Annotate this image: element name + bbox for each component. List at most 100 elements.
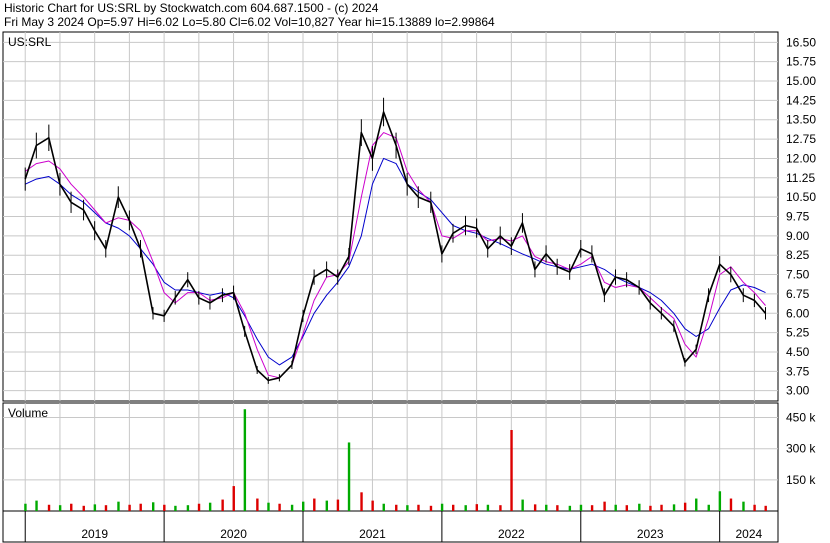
volume-bar (93, 504, 97, 511)
price-tick-label: 12.00 (786, 151, 816, 165)
volume-bar (152, 502, 155, 511)
volume-bar (371, 500, 374, 511)
year-label: 2020 (220, 527, 247, 541)
price-tick-label: 11.25 (786, 171, 815, 185)
volume-bar (208, 502, 212, 511)
volume-bar (533, 504, 537, 511)
volume-tick-label: 150 k (786, 473, 816, 487)
volume-bar (486, 504, 490, 511)
volume-bar (197, 503, 201, 511)
volume-bar (47, 504, 51, 511)
price-tick-label: 3.75 (786, 364, 810, 378)
volume-bar (440, 503, 444, 511)
volume-bar (128, 504, 131, 511)
volume-bar (590, 505, 594, 511)
volume-bar (163, 504, 166, 511)
year-label: 2021 (359, 527, 386, 541)
price-tick-label: 9.00 (786, 229, 810, 243)
volume-bar (753, 504, 756, 511)
year-label: 2023 (637, 527, 664, 541)
volume-bar (707, 504, 710, 511)
price-tick-label: 15.75 (786, 55, 816, 69)
volume-bar (70, 503, 73, 511)
volume-bar (139, 503, 142, 511)
volume-bar (568, 505, 572, 511)
price-tick-label: 10.50 (786, 190, 816, 204)
price-tick-label: 3.00 (786, 384, 810, 398)
volume-bar (521, 499, 524, 511)
volume-bar (556, 505, 559, 511)
volume-bar (417, 504, 420, 511)
volume-bar (764, 505, 767, 511)
volume-tick-label: 300 k (786, 442, 816, 456)
year-label: 2022 (498, 527, 525, 541)
price-tick-label: 15.00 (786, 74, 816, 88)
volume-bar (729, 498, 733, 511)
volume-bar (718, 491, 722, 511)
year-label: 2019 (81, 527, 108, 541)
volume-bar (256, 498, 259, 511)
volume-bar (221, 499, 224, 511)
volume-bar (336, 499, 340, 511)
volume-bar (360, 492, 363, 511)
chart-window: Historic Chart for US:SRL by Stockwatch.… (0, 0, 830, 543)
volume-bar (104, 505, 108, 511)
volume-panel-frame (2, 402, 779, 512)
volume-bar (742, 501, 745, 511)
volume-bar (429, 505, 433, 511)
volume-bar (695, 498, 698, 511)
volume-bar (313, 498, 316, 511)
volume-bar (625, 505, 629, 511)
volume-bar (603, 501, 606, 511)
volume-bar (82, 505, 85, 511)
volume-bar (232, 486, 235, 511)
volume-panel-title: Volume (8, 406, 48, 420)
year-label: 2024 (735, 527, 762, 541)
price-tick-label: 7.50 (786, 268, 810, 282)
volume-bar (464, 505, 467, 511)
volume-bar (174, 505, 177, 511)
volume-bar (672, 504, 676, 511)
volume-bar (614, 504, 617, 511)
volume-bar (499, 505, 502, 511)
volume-bar (382, 503, 385, 511)
volume-bar (278, 503, 281, 511)
volume-bar (24, 503, 27, 511)
volume-bar (649, 505, 652, 511)
price-tick-label: 5.25 (786, 326, 810, 340)
volume-bar (58, 505, 62, 511)
volume-bar (510, 430, 513, 511)
volume-bar (347, 442, 351, 511)
price-series (24, 97, 767, 384)
price-tick-label: 6.00 (786, 306, 810, 320)
volume-bar (660, 504, 663, 511)
chart-canvas: 16.50 15.75 15.00 14.25 13.50 12.75 12.00 11.25… (2, 31, 816, 543)
volume-bar (475, 504, 479, 511)
volume-bar (406, 505, 409, 511)
volume-bar (290, 504, 294, 511)
volume-tick-label: 450 k (786, 411, 816, 425)
axis-labels: 16.50 15.75 15.00 14.25 13.50 12.75 12.00 11.25… (24, 35, 816, 542)
volume-bar (243, 409, 247, 511)
volume-bar (452, 504, 455, 511)
price-tick-label: 4.50 (786, 345, 810, 359)
volume-bar (683, 502, 687, 511)
volume-bar (579, 504, 583, 511)
price-close-line (24, 111, 767, 382)
volume-bar (117, 501, 120, 511)
price-tick-label: 9.75 (786, 210, 810, 224)
price-panel-title: US:SRL (8, 35, 52, 49)
long-moving-average-line (24, 157, 766, 366)
volume-bar (35, 500, 38, 511)
volume-bar (325, 500, 329, 511)
volume-bar (302, 501, 305, 511)
volume-bar (545, 504, 548, 511)
price-tick-label: 12.75 (786, 132, 816, 146)
volume-bars (24, 409, 767, 511)
volume-bar (395, 504, 398, 511)
volume-bar (267, 502, 270, 511)
price-tick-label: 14.25 (786, 93, 816, 107)
volume-bar (638, 503, 641, 511)
grid-lines (3, 32, 778, 511)
price-tick-label: 13.50 (786, 113, 816, 127)
